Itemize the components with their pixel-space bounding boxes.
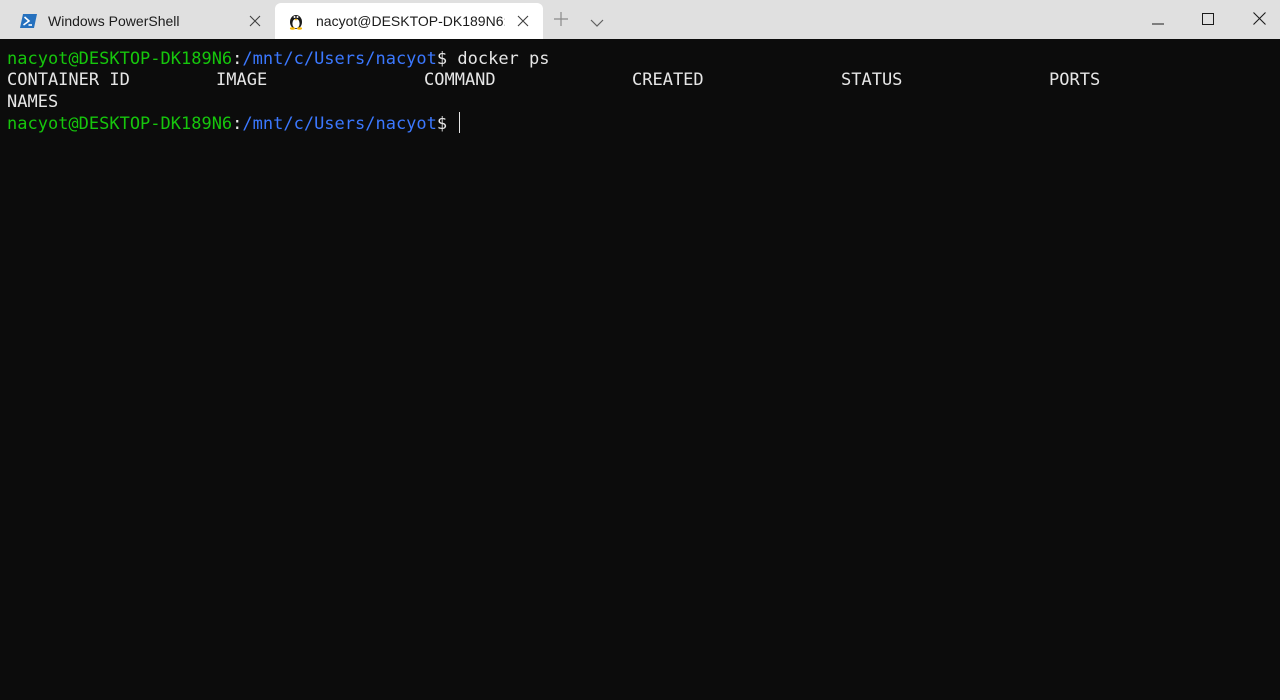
prompt-user-host: nacyot@DESKTOP-DK189N6 [7, 49, 233, 69]
column-header: CONTAINER ID [7, 70, 130, 90]
column-header: PORTS [1049, 70, 1101, 90]
tab-dropdown-button[interactable] [585, 9, 609, 33]
tab-label: nacyot@DESKTOP-DK189N6: /mnt/c/Users/nac… [316, 13, 505, 29]
new-tab-button[interactable] [549, 9, 573, 33]
plus-icon [553, 11, 569, 31]
text-cursor [459, 112, 461, 133]
column-header: IMAGE [216, 70, 268, 90]
title-bar: Windows PowerShell nacyot@DESKTOP-DK189N… [0, 0, 1280, 39]
chevron-down-icon [590, 12, 604, 31]
prompt-separator: : [232, 49, 243, 69]
linux-penguin-icon [287, 12, 305, 30]
tab-label: Windows PowerShell [48, 13, 180, 29]
command-text: docker ps [457, 49, 550, 69]
prompt-dollar: $ [436, 49, 458, 69]
prompt-separator: : [232, 114, 243, 134]
column-header: COMMAND [424, 70, 496, 90]
prompt-dollar: $ [436, 114, 458, 134]
maximize-button[interactable] [1183, 0, 1233, 39]
minimize-button[interactable] [1133, 0, 1183, 39]
terminal-output[interactable]: nacyot@DESKTOP-DK189N6:/mnt/c/Users/nacy… [0, 39, 1280, 700]
prompt-path: /mnt/c/Users/nacyot [242, 49, 437, 69]
column-header: CREATED [632, 70, 704, 90]
tab-windows-powershell[interactable]: Windows PowerShell [8, 3, 274, 39]
maximize-icon [1202, 10, 1214, 29]
minimize-icon [1152, 10, 1164, 29]
close-icon [1252, 10, 1266, 29]
close-window-button[interactable] [1234, 0, 1280, 39]
prompt-user-host: nacyot@DESKTOP-DK189N6 [7, 114, 233, 134]
prompt-line: nacyot@DESKTOP-DK189N6:/mnt/c/Users/nacy… [7, 48, 550, 70]
column-header: STATUS [841, 70, 903, 90]
column-header: NAMES [7, 92, 59, 112]
powershell-icon [20, 12, 38, 30]
close-tab-icon[interactable] [514, 12, 532, 30]
prompt-line: nacyot@DESKTOP-DK189N6:/mnt/c/Users/nacy… [7, 112, 461, 134]
tab-ubuntu[interactable]: nacyot@DESKTOP-DK189N6: /mnt/c/Users/nac… [275, 3, 543, 39]
close-tab-icon[interactable] [246, 12, 264, 30]
prompt-path: /mnt/c/Users/nacyot [242, 114, 437, 134]
